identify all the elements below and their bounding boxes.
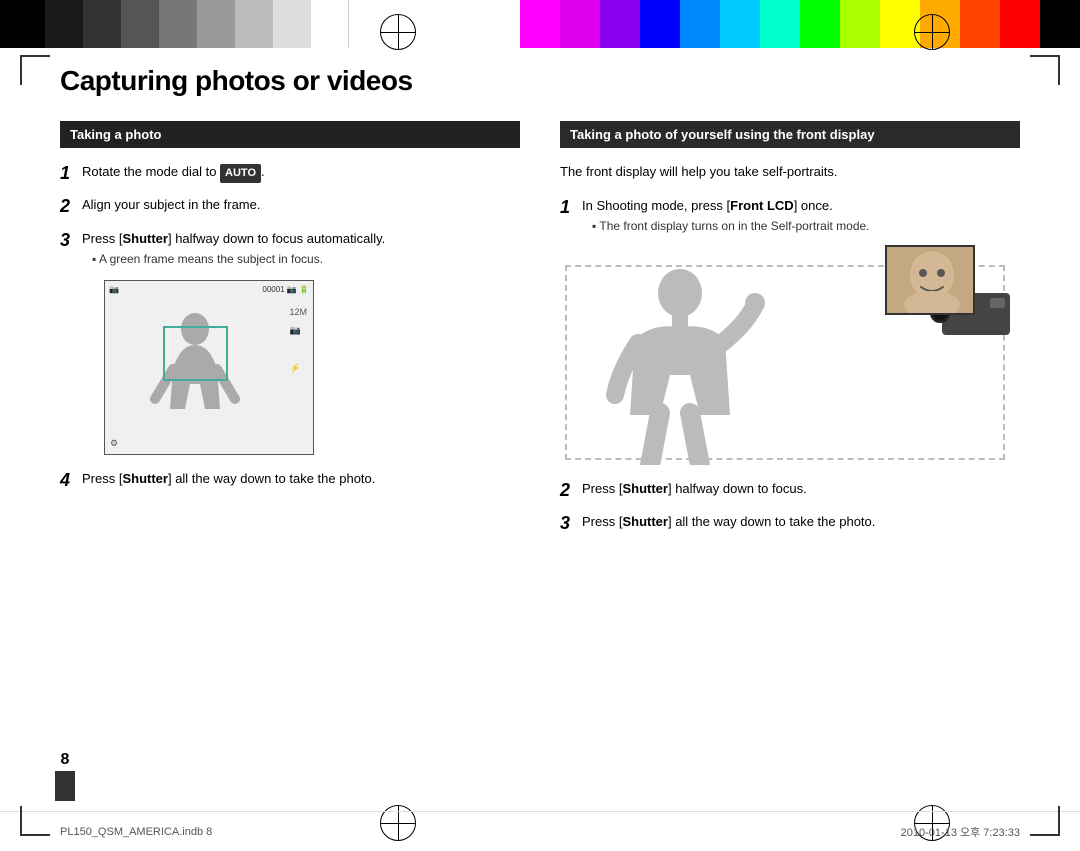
right-step-number-2: 2 — [560, 479, 582, 502]
swatch-black — [0, 0, 45, 48]
cam-flash: ⚡ — [289, 359, 307, 377]
right-step-number-1: 1 — [560, 196, 582, 219]
footer-filename: PL150_QSM_AMERICA.indb 8 — [60, 826, 212, 838]
step-number-4: 4 — [60, 469, 82, 492]
step-number-3: 3 — [60, 229, 82, 252]
color-swatches-right — [520, 0, 1080, 48]
page-title: Capturing photos or videos — [60, 65, 1020, 97]
columns-layout: Taking a photo 1 Rotate the mode dial to… — [60, 121, 1020, 546]
right-step-1: 1 In Shooting mode, press [Front LCD] on… — [560, 196, 1020, 235]
camera-screen: 📷 00001 📷 🔋 12M 📷 ⚡ — [104, 280, 314, 455]
step-number-1: 1 — [60, 162, 82, 185]
camera-top-info: 📷 00001 📷 🔋 — [105, 281, 313, 297]
step-4-text: Press [Shutter] all the way down to take… — [82, 469, 375, 489]
camera-viewfinder — [990, 298, 1005, 308]
right-step-3: 3 Press [Shutter] all the way down to ta… — [560, 512, 1020, 535]
right-intro: The front display will help you take sel… — [560, 162, 1020, 182]
swatch-cyan-blue — [720, 0, 760, 48]
step-number-2: 2 — [60, 195, 82, 218]
step-3-subbullet: A green frame means the subject in focus… — [82, 251, 385, 268]
front-lcd-screen — [885, 245, 975, 315]
footer-timestamp: 2010-01-13 오후 7:23:33 — [901, 824, 1020, 840]
swatch-dark2 — [83, 0, 121, 48]
swatch-magenta — [520, 0, 560, 48]
left-step-4: 4 Press [Shutter] all the way down to ta… — [60, 469, 520, 492]
right-section-header: Taking a photo of yourself using the fro… — [560, 121, 1020, 148]
swatch-black2 — [1040, 0, 1080, 48]
step-1-text: Rotate the mode dial to AUTO. — [82, 162, 265, 183]
right-step-number-3: 3 — [560, 512, 582, 535]
right-step-1-subbullet: The front display turns on in the Self-p… — [582, 218, 870, 235]
grayscale-swatches — [0, 0, 349, 48]
swatch-yellow-green — [840, 0, 880, 48]
cam-top-right-info: 00001 📷 🔋 — [262, 285, 309, 294]
camera-bottom-icon: ⚙ — [110, 438, 118, 449]
focus-frame — [163, 326, 228, 381]
step-2-text: Align your subject in the frame. — [82, 195, 260, 215]
left-step-2: 2 Align your subject in the frame. — [60, 195, 520, 218]
page-number: 8 — [61, 751, 70, 769]
right-step-1-text: In Shooting mode, press [Front LCD] once… — [582, 196, 870, 235]
right-step-3-text: Press [Shutter] all the way down to take… — [582, 512, 875, 532]
swatch-mid2 — [197, 0, 235, 48]
camera-right-icons: 12M 📷 ⚡ — [289, 303, 307, 377]
swatch-blue — [640, 0, 680, 48]
right-step-2: 2 Press [Shutter] halfway down to focus. — [560, 479, 1020, 502]
auto-badge: AUTO — [220, 164, 261, 183]
reg-mark-top-left — [380, 14, 416, 50]
swatch-cyan-green — [760, 0, 800, 48]
step-3-text: Press [Shutter] halfway down to focus au… — [82, 229, 385, 268]
left-step-3: 3 Press [Shutter] halfway down to focus … — [60, 229, 520, 268]
cam-icon-camera: 📷 — [109, 285, 119, 294]
swatch-light1 — [235, 0, 273, 48]
right-column: Taking a photo of yourself using the fro… — [560, 121, 1020, 546]
corner-mark-bottom-left — [20, 806, 50, 836]
main-content: Capturing photos or videos Taking a phot… — [60, 65, 1020, 801]
camera-screen-illustration: 📷 00001 📷 🔋 12M 📷 ⚡ — [82, 280, 520, 455]
footer: PL150_QSM_AMERICA.indb 8 2010-01-13 오후 7… — [0, 811, 1080, 851]
selfie-person-svg — [580, 265, 800, 465]
self-portrait-illustration — [560, 245, 1020, 465]
corner-mark-top-right — [1030, 55, 1060, 85]
corner-mark-bottom-right — [1030, 806, 1060, 836]
left-section-header: Taking a photo — [60, 121, 520, 148]
swatch-green — [800, 0, 840, 48]
swatch-mid1 — [159, 0, 197, 48]
reg-mark-top-right — [914, 14, 950, 50]
left-column: Taking a photo 1 Rotate the mode dial to… — [60, 121, 520, 546]
swatch-dark1 — [45, 0, 83, 48]
swatch-violet — [560, 0, 600, 48]
lcd-face-svg — [887, 247, 975, 315]
cam-quality: 📷 — [289, 321, 307, 339]
swatch-dark3 — [121, 0, 159, 48]
page-bar — [55, 771, 75, 801]
swatch-white — [311, 0, 349, 48]
corner-mark-top-left — [20, 55, 50, 85]
swatch-red-orange — [960, 0, 1000, 48]
cam-megapixel: 12M — [289, 303, 307, 321]
left-step-1: 1 Rotate the mode dial to AUTO. — [60, 162, 520, 185]
swatch-light-blue — [680, 0, 720, 48]
right-step-2-text: Press [Shutter] halfway down to focus. — [582, 479, 807, 499]
swatch-red — [1000, 0, 1040, 48]
swatch-light2 — [273, 0, 311, 48]
swatch-purple — [600, 0, 640, 48]
page-number-area: 8 — [55, 751, 75, 801]
